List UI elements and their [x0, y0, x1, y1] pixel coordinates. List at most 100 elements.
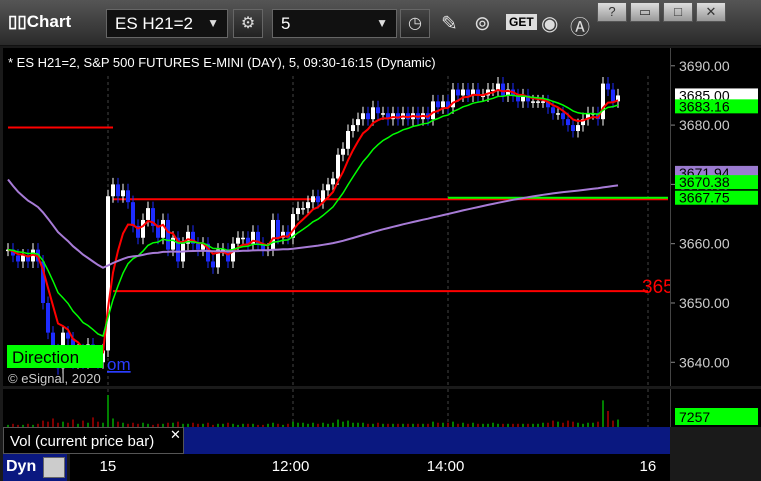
volume-bar	[112, 418, 114, 427]
volume-bar	[92, 417, 94, 427]
volume-caption: Vol (current price bar)	[3, 427, 184, 454]
volume-chart-svg	[7, 389, 649, 427]
candle-body	[436, 101, 440, 108]
volume-bar	[107, 395, 109, 427]
play-icon[interactable]: ◉	[541, 11, 558, 36]
candle-body	[296, 208, 300, 215]
price-axis[interactable]: 3690.003680.003670.003660.003650.003640.…	[670, 48, 761, 386]
chevron-down-icon[interactable]: ▼	[376, 16, 388, 30]
pencil-icon[interactable]: ✎	[441, 11, 458, 36]
dyn-settings-icon[interactable]	[43, 457, 65, 478]
candle-body	[501, 83, 505, 96]
candle-body	[556, 113, 560, 115]
clock-icon[interactable]: ◷	[400, 9, 430, 38]
settings-icon[interactable]: ⚙	[233, 9, 263, 38]
candle-body	[551, 107, 555, 114]
interval-value: 5	[281, 14, 291, 33]
direction-label: Direction	[12, 348, 79, 367]
close-icon[interactable]: ✕	[170, 427, 181, 443]
green-moving-average	[7, 94, 619, 338]
candle-body	[431, 101, 435, 120]
candle-body	[111, 184, 115, 197]
text-icon[interactable]: Ⓐ	[570, 11, 590, 40]
candle-body	[601, 83, 605, 120]
dyn-label: Dyn	[6, 458, 37, 475]
candle-body	[271, 219, 275, 250]
price-tick-label: 3660.00	[679, 236, 730, 252]
candle-body	[16, 255, 20, 262]
candle-body	[21, 255, 25, 262]
candle-body	[571, 125, 575, 132]
window-title-text: Chart	[26, 12, 72, 31]
candle-body	[611, 89, 615, 102]
candle-body	[141, 219, 145, 238]
interval-input[interactable]: 5 ▼	[272, 9, 397, 38]
candle-body	[461, 89, 465, 96]
restore-button[interactable]: ▭	[630, 2, 660, 22]
candle-body	[346, 131, 350, 149]
maximize-button[interactable]: □	[663, 2, 693, 22]
direction-link[interactable]: om	[107, 355, 131, 374]
candle-body	[116, 184, 120, 197]
candle-body	[291, 214, 295, 238]
price-tick-label: 3680.00	[679, 117, 730, 133]
candle-body	[351, 125, 355, 132]
time-axis[interactable]: 15 12:00 14:00 16	[70, 454, 670, 481]
toolbar: ▯▯Chart ES H21=2 ▼ ⚙ 5 ▼ ◷ ✎ ⊚ GET ◉ Ⓐ ?…	[0, 0, 761, 46]
volume-bar	[617, 419, 619, 427]
candle-body	[376, 107, 380, 114]
candle-body	[301, 208, 305, 210]
help-button[interactable]: ?	[597, 2, 627, 22]
price-badge-label: 3683.16	[679, 98, 730, 114]
candle-body	[316, 196, 320, 203]
price-chart-svg[interactable]: * ES H21=2, S&P 500 FUTURES E-MINI (DAY)…	[3, 48, 674, 386]
candle-body	[46, 302, 50, 333]
candle-body	[441, 101, 445, 108]
copyright: © eSignal, 2020	[8, 371, 101, 386]
candle-body	[496, 83, 500, 90]
candle-body	[326, 184, 330, 191]
close-button[interactable]: ✕	[696, 2, 726, 22]
candle-body	[536, 101, 540, 103]
volume-bar	[607, 411, 609, 427]
candle-body	[336, 154, 340, 179]
volume-bar	[337, 419, 339, 427]
candle-body	[211, 261, 215, 268]
candle-body	[366, 113, 370, 120]
level-label: 365	[642, 277, 670, 298]
candle-body	[181, 243, 185, 262]
pause-icon: ▯▯	[8, 12, 27, 31]
price-tick-label: 3690.00	[679, 58, 730, 74]
volume-axis: 7257	[670, 389, 761, 427]
indicator-icon[interactable]: ⊚	[474, 11, 491, 36]
candle-body	[331, 178, 335, 185]
candle-body	[561, 113, 565, 120]
time-tick-label: 14:00	[426, 458, 465, 475]
get-icon[interactable]: GET	[506, 14, 537, 30]
volume-panel[interactable]	[3, 389, 670, 427]
price-chart[interactable]: * ES H21=2, S&P 500 FUTURES E-MINI (DAY)…	[3, 48, 674, 386]
candle-body	[161, 219, 165, 238]
price-badge-label: 3670.38	[679, 174, 730, 190]
candle-body	[236, 237, 240, 244]
candle-body	[306, 202, 310, 209]
candle-body	[456, 89, 460, 96]
price-badge-label: 3667.75	[679, 190, 730, 206]
price-tick-label: 3640.00	[679, 354, 730, 370]
price-tick-label: 3650.00	[679, 295, 730, 311]
candle-body	[126, 190, 130, 203]
candle-body	[541, 101, 545, 103]
candle-body	[146, 208, 150, 220]
chart-header: * ES H21=2, S&P 500 FUTURES E-MINI (DAY)…	[8, 55, 436, 70]
time-tick-label: 15	[99, 458, 117, 475]
candle-body	[131, 202, 135, 226]
candle-body	[606, 83, 610, 90]
chevron-down-icon[interactable]: ▼	[207, 16, 219, 30]
candle-body	[121, 190, 125, 197]
time-tick-label: 16	[639, 458, 657, 475]
volume-bar	[52, 418, 54, 427]
volume-bar	[72, 419, 74, 427]
candle-body	[196, 243, 200, 250]
symbol-input[interactable]: ES H21=2 ▼	[106, 9, 228, 38]
price-axis-svg: 3690.003680.003670.003660.003650.003640.…	[671, 58, 758, 370]
